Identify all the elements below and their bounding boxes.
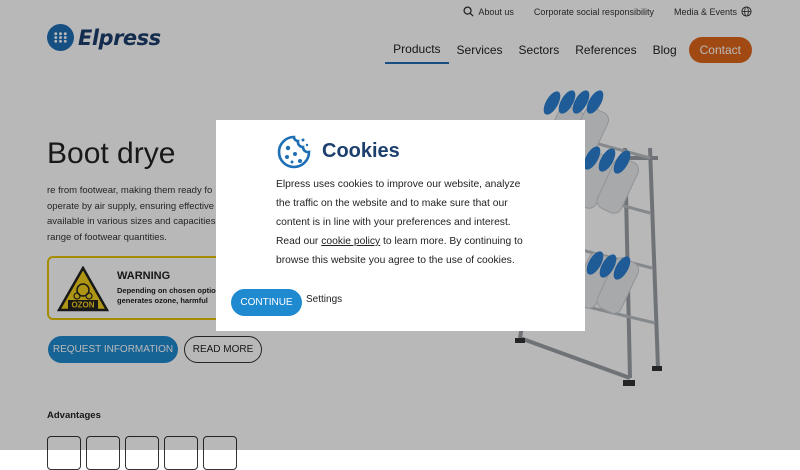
page: About us Corporate social responsibility… xyxy=(0,0,800,470)
cookie-text-line: browse this website you agree to the use… xyxy=(276,255,515,266)
cookie-dialog: Cookies Elpress uses cookies to improve … xyxy=(216,120,585,331)
cookie-text-pre: Read our xyxy=(276,236,322,247)
cookie-text-line: content is in line with your preferences… xyxy=(276,217,511,228)
settings-link[interactable]: Settings xyxy=(306,294,342,305)
cookie-text-line: Read our cookie policy to learn more. By… xyxy=(276,232,536,251)
cookie-text-post: to learn more. By continuing to xyxy=(380,236,523,247)
cookie-text-line: Elpress uses cookies to improve our webs… xyxy=(276,179,521,190)
cookie-icon xyxy=(277,135,311,169)
cookie-text-line: the traffic on the website and to make s… xyxy=(276,198,508,209)
cookie-dialog-body: Elpress uses cookies to improve our webs… xyxy=(276,175,536,270)
cookie-policy-link[interactable]: cookie policy xyxy=(321,236,380,247)
cookie-dialog-title: Cookies xyxy=(322,140,400,162)
continue-button[interactable]: CONTINUE xyxy=(231,289,302,316)
